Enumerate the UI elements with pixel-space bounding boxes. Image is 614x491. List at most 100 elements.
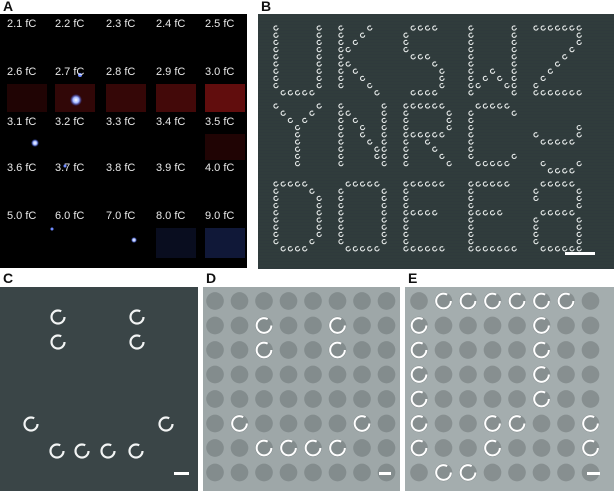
hole [353,292,371,310]
panel-a-glow-layer [7,73,245,258]
sem-ring [562,54,568,60]
charge-label: 8.0 fC [156,210,186,222]
hole [279,365,298,384]
sem-ring [424,210,431,216]
sem-ring [562,168,568,174]
hole [557,292,575,310]
sem-ring [294,90,301,96]
sem-ring [410,132,416,138]
hole [206,390,224,408]
hole [581,341,600,359]
hole [279,390,298,408]
sem-ring [280,246,286,252]
sem-ring [511,90,517,96]
hole [304,414,322,433]
hole [255,292,273,310]
charge-label: 3.1 fC [7,116,37,128]
hole [279,292,298,310]
sem-ring [482,210,489,216]
sem-ring [547,90,554,96]
sem-ring [309,90,315,96]
hole [532,463,551,482]
hole [459,390,477,408]
hole [328,439,347,457]
hole [255,365,273,384]
hole [508,390,526,408]
sem-ring [569,246,575,252]
charge-label: 2.8 fC [106,66,136,78]
hole [255,414,273,433]
sem-ring [547,168,554,174]
sem-ring [50,309,66,325]
hole [532,439,551,457]
hole [230,439,249,457]
sem-ring [338,132,344,138]
sem-ring [23,416,39,432]
hole [483,439,502,457]
hole [304,316,322,335]
charge-label: 3.9 fC [156,162,186,174]
sem-ring [540,90,546,96]
hole [410,316,428,335]
hole [304,463,322,482]
sem-ring [294,132,301,138]
hole [206,341,224,359]
hole [255,316,273,335]
sem-ring [511,246,517,252]
sem-ring [417,246,424,252]
sem-ring [569,90,575,96]
charge-label: 2.5 fC [205,18,235,30]
bright-spot [50,227,54,231]
hole [353,439,371,457]
sem-ring [576,246,582,252]
sem-ring [468,210,474,216]
hole [328,292,347,310]
hole [377,365,396,384]
hole [304,292,322,310]
panel-d-sem-image [203,287,400,491]
sem-ring [49,443,65,459]
hole [377,390,396,408]
hole [557,439,575,457]
panel-c-ring-pattern [23,309,174,459]
hole [255,390,273,408]
panel-c-sem-image [0,287,198,491]
sem-ring [468,246,474,252]
hole [353,414,371,433]
hole [483,316,502,335]
hole [508,414,526,433]
hole [206,292,224,310]
sem-ring [497,210,503,216]
hole [255,463,273,482]
sem-ring [74,443,90,459]
hole [279,439,298,457]
hole [304,365,322,384]
sem-ring [410,90,416,96]
sem-ring [547,246,554,252]
hole [459,292,477,310]
hole [508,439,526,457]
hole [206,439,224,457]
sem-ring [562,90,568,96]
hole [410,439,428,457]
bright-spot [31,139,39,147]
sem-ring [504,246,510,252]
sem-ring [468,90,474,96]
charge-label: 3.2 fC [55,116,85,128]
sem-ring [576,132,582,138]
hole [279,341,298,359]
glow-patch [156,228,196,258]
hole [508,463,526,482]
hole [483,390,502,408]
hole [483,341,502,359]
hole [557,463,575,482]
sem-ring [533,132,539,138]
glow-patch [156,84,196,112]
sem-ring [424,54,431,60]
hole [304,390,322,408]
sem-ring [424,132,431,138]
hole [532,316,551,335]
sem-ring [439,246,445,252]
sem-ring [381,210,387,216]
sem-ring [374,246,380,252]
